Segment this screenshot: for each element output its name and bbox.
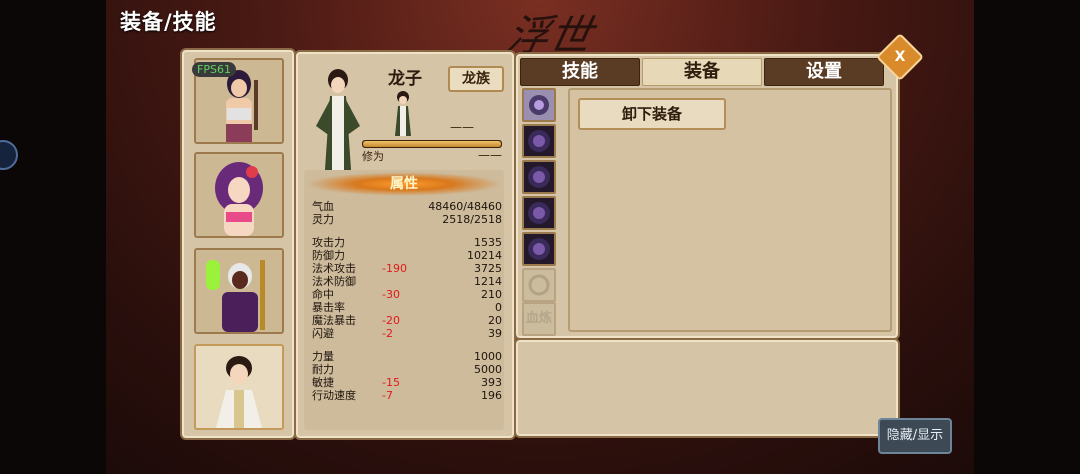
- attribute-value: 39: [488, 327, 502, 340]
- attributes-header: 属性: [306, 172, 502, 196]
- attribute-value: 0: [495, 301, 502, 314]
- attribute-row: 灵力 2518/2518: [312, 213, 502, 226]
- attribute-label: 力量: [312, 350, 334, 363]
- attribute-modifier: -30: [382, 288, 400, 301]
- attribute-label: 攻击力: [312, 236, 345, 249]
- attribute-value: 1214: [474, 275, 502, 288]
- right-letterbox: [974, 0, 1080, 474]
- attribute-modifier: -2: [382, 327, 393, 340]
- attribute-modifier: -190: [382, 262, 407, 275]
- dark-belt-icon: [528, 202, 550, 224]
- fps-counter: FPS61: [192, 62, 236, 77]
- attribute-label: 命中: [312, 288, 334, 301]
- equip-slot-5[interactable]: [522, 232, 556, 266]
- attribute-row: 命中 -30 210: [312, 288, 502, 301]
- xiuwei-label: 修为: [362, 150, 384, 163]
- party-member-3[interactable]: [194, 248, 284, 334]
- tab-settings[interactable]: 设置: [764, 58, 884, 86]
- attribute-value: 196: [481, 389, 502, 402]
- attribute-value: 5000: [474, 363, 502, 376]
- equip-slot-1[interactable]: [522, 88, 556, 122]
- attribute-label: 闪避: [312, 327, 334, 340]
- xiuwei-value: ——: [478, 148, 502, 162]
- dark-gloves-icon: [528, 166, 550, 188]
- tab-bar: 技能 装备 设置: [520, 58, 886, 86]
- purple-hair-girl-portrait-icon: [196, 154, 282, 236]
- equip-slot-2[interactable]: [522, 124, 556, 158]
- equip-slot-3[interactable]: [522, 160, 556, 194]
- attribute-label: 敏捷: [312, 376, 334, 389]
- dark-armor-icon: [524, 90, 554, 120]
- equipment-slots: 血炼: [520, 88, 560, 336]
- equipment-panel: 技能 装备 设置 血炼 卸下装备: [514, 52, 900, 340]
- level-placeholder: ——: [450, 120, 474, 134]
- attribute-row: 防御力 10214: [312, 249, 502, 262]
- attribute-row: 力量 1000: [312, 350, 502, 363]
- description-panel: [514, 338, 900, 438]
- attribute-row: 法术防御 1214: [312, 275, 502, 288]
- attribute-row: 气血 48460/48460: [312, 200, 502, 213]
- floating-assist-icon[interactable]: [0, 140, 18, 170]
- character-full-body-icon: [316, 69, 360, 184]
- attribute-value: 48460/48460: [428, 200, 502, 213]
- attribute-value: 2518/2518: [442, 213, 502, 226]
- tab-skills[interactable]: 技能: [520, 58, 640, 86]
- xiuwei-progress-bar: [362, 140, 502, 148]
- equip-slot-6-empty[interactable]: [522, 268, 556, 302]
- attribute-row: 暴击率 0: [312, 301, 502, 314]
- party-member-2[interactable]: [194, 152, 284, 238]
- equipment-detail-area: 卸下装备: [568, 88, 892, 332]
- page-title: 装备/技能: [120, 10, 217, 34]
- attribute-value: 3725: [474, 262, 502, 275]
- dragon-son-portrait-icon: [196, 346, 282, 428]
- character-stats-panel: 龙子 龙族 —— 修为 —— 属性 气血 48460/48460 灵力 2518/25…: [294, 50, 516, 440]
- attribute-modifier: -7: [382, 389, 393, 402]
- attribute-row: 闪避 -2 39: [312, 327, 502, 340]
- tab-equipment[interactable]: 装备: [642, 58, 762, 86]
- attribute-row: 法术攻击 -190 3725: [312, 262, 502, 275]
- attribute-label: 魔法暴击: [312, 314, 356, 327]
- attribute-value: 1000: [474, 350, 502, 363]
- attribute-modifier: -15: [382, 376, 400, 389]
- attribute-value: 210: [481, 288, 502, 301]
- dark-boots-icon: [528, 238, 550, 260]
- blood-refine-slot[interactable]: 血炼: [522, 302, 556, 336]
- attribute-row: 敏捷 -15 393: [312, 376, 502, 389]
- attribute-label: 耐力: [312, 363, 334, 376]
- attribute-label: 气血: [312, 200, 334, 213]
- attribute-row: 耐力 5000: [312, 363, 502, 376]
- attribute-row: 魔法暴击 -20 20: [312, 314, 502, 327]
- race-badge[interactable]: 龙族: [448, 66, 504, 92]
- attribute-row: 攻击力 1535: [312, 236, 502, 249]
- party-portraits-panel: [180, 48, 296, 440]
- empty-ornament-icon: [528, 274, 550, 296]
- attribute-modifier: -20: [382, 314, 400, 327]
- attribute-label: 法术攻击: [312, 262, 356, 275]
- dark-helmet-icon: [528, 130, 550, 152]
- attribute-value: 10214: [467, 249, 502, 262]
- attribute-label: 法术防御: [312, 275, 356, 288]
- party-member-4-selected[interactable]: [194, 344, 284, 430]
- unequip-button[interactable]: 卸下装备: [578, 98, 726, 130]
- dark-mage-portrait-icon: [196, 250, 282, 332]
- hide-show-button[interactable]: 隐藏/显示: [878, 418, 952, 454]
- attribute-row: 行动速度 -7 196: [312, 389, 502, 402]
- attribute-value: 20: [488, 314, 502, 327]
- close-icon: X: [894, 49, 906, 65]
- character-mini-sprite-icon: [395, 91, 411, 136]
- attribute-label: 灵力: [312, 213, 334, 226]
- equip-slot-4[interactable]: [522, 196, 556, 230]
- character-name: 龙子: [388, 69, 422, 89]
- attribute-label: 防御力: [312, 249, 345, 262]
- attribute-value: 393: [481, 376, 502, 389]
- left-letterbox: [0, 0, 106, 474]
- attribute-value: 1535: [474, 236, 502, 249]
- attribute-label: 暴击率: [312, 301, 345, 314]
- attribute-label: 行动速度: [312, 389, 356, 402]
